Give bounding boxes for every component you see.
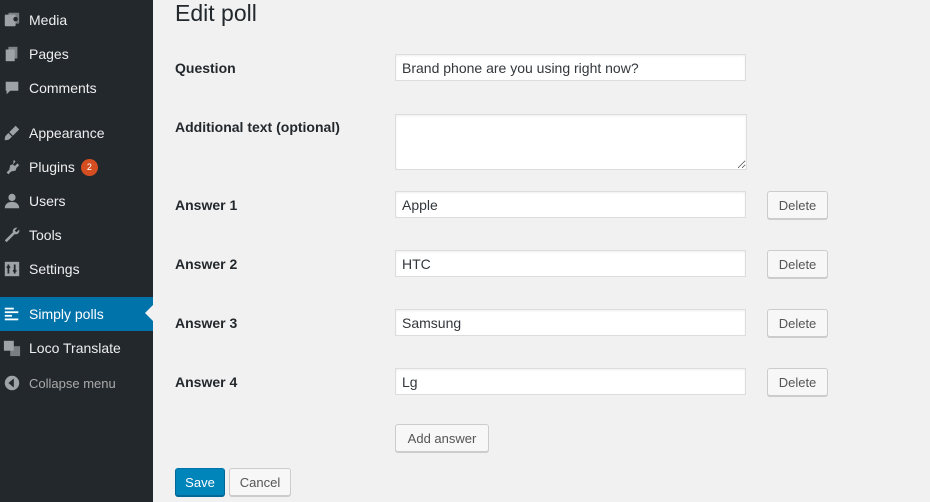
- sidebar-item-pages[interactable]: Pages: [0, 37, 153, 71]
- sidebar-item-appearance[interactable]: Appearance: [0, 116, 153, 150]
- translate-icon: [3, 339, 21, 357]
- sidebar-item-label: Media: [29, 12, 68, 28]
- sidebar-item-label: Comments: [29, 80, 97, 96]
- sidebar-item-media[interactable]: Media: [0, 3, 153, 37]
- collapse-menu-label: Collapse menu: [29, 375, 116, 391]
- answer-2-input[interactable]: [395, 250, 746, 277]
- cancel-button[interactable]: Cancel: [229, 468, 291, 496]
- sidebar-item-label: Users: [29, 193, 66, 209]
- page-title: Edit poll: [175, 0, 257, 26]
- answer-3-input[interactable]: [395, 309, 746, 336]
- sidebar-item-simply-polls[interactable]: Simply polls: [0, 297, 153, 331]
- question-input[interactable]: [395, 54, 746, 81]
- answer-4-label: Answer 4: [175, 374, 238, 390]
- sidebar-item-users[interactable]: Users: [0, 184, 153, 218]
- sidebar-item-label: Pages: [29, 46, 69, 62]
- sidebar-item-label: Settings: [29, 261, 80, 277]
- delete-answer-4-button[interactable]: Delete: [767, 368, 828, 396]
- appearance-icon: [3, 124, 21, 142]
- additional-text-textarea[interactable]: [395, 114, 747, 170]
- pages-icon: [3, 45, 21, 63]
- sidebar-item-tools[interactable]: Tools: [0, 218, 153, 252]
- sidebar-item-settings[interactable]: Settings: [0, 252, 153, 286]
- tools-icon: [3, 226, 21, 244]
- plugins-icon: [3, 158, 21, 176]
- answer-3-label: Answer 3: [175, 315, 238, 331]
- simply-polls-icon: [3, 305, 21, 323]
- admin-sidebar: Media Pages Comments Appearance Plugins …: [0, 0, 153, 502]
- answer-4-input[interactable]: [395, 368, 746, 395]
- answer-1-input[interactable]: [395, 191, 746, 218]
- collapse-icon: [3, 374, 21, 392]
- delete-answer-3-button[interactable]: Delete: [767, 309, 828, 337]
- collapse-menu-button[interactable]: Collapse menu: [0, 366, 153, 400]
- sidebar-item-label: Simply polls: [29, 306, 104, 322]
- answer-1-label: Answer 1: [175, 197, 238, 213]
- comments-icon: [3, 79, 21, 97]
- delete-answer-2-button[interactable]: Delete: [767, 250, 828, 278]
- sidebar-item-plugins[interactable]: Plugins 2: [0, 150, 153, 184]
- delete-answer-1-button[interactable]: Delete: [767, 191, 828, 219]
- additional-text-label: Additional text (optional): [175, 119, 340, 135]
- users-icon: [3, 192, 21, 210]
- sidebar-item-label: Tools: [29, 227, 62, 243]
- sidebar-item-comments[interactable]: Comments: [0, 71, 153, 105]
- settings-icon: [3, 260, 21, 278]
- media-icon: [3, 11, 21, 29]
- answer-2-label: Answer 2: [175, 256, 238, 272]
- add-answer-button[interactable]: Add answer: [395, 424, 489, 452]
- save-button[interactable]: Save: [175, 468, 225, 496]
- question-label: Question: [175, 60, 236, 76]
- sidebar-item-label: Plugins: [29, 159, 75, 175]
- plugins-update-badge: 2: [80, 158, 98, 176]
- sidebar-item-label: Loco Translate: [29, 340, 121, 356]
- sidebar-item-label: Appearance: [29, 125, 105, 141]
- sidebar-item-loco-translate[interactable]: Loco Translate: [0, 331, 153, 365]
